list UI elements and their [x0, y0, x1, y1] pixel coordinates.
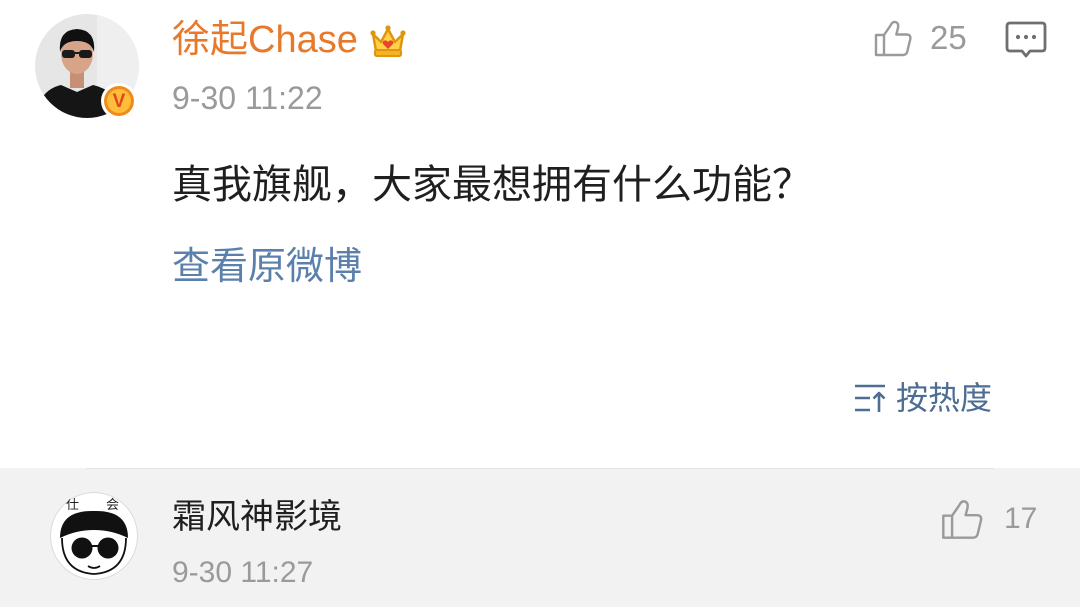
author-name[interactable]: 徐起Chase	[172, 16, 358, 64]
like-icon	[874, 20, 912, 57]
cartoon-avatar: 仕 会	[50, 492, 138, 580]
comment-icon-bubble	[1005, 21, 1047, 58]
avatar-lettering-right: 会	[106, 498, 119, 513]
sort-label: 按热度	[896, 380, 993, 416]
avatar-sunglass-right	[97, 537, 119, 559]
view-original-link[interactable]: 查看原微博	[172, 243, 362, 291]
verified-badge: V	[101, 83, 137, 119]
avatar-lens-left	[62, 50, 75, 58]
avatar-lettering-left: 仕	[66, 498, 79, 513]
sort-icon-arrow	[872, 391, 886, 412]
avatar-lens-right	[79, 50, 92, 58]
like-count: 25	[930, 19, 967, 56]
reply-timestamp: 9-30 11:27	[172, 556, 314, 589]
reply-like-count: 17	[1004, 502, 1038, 535]
like-icon-outline	[874, 20, 912, 57]
crown-tip-middle	[385, 25, 391, 31]
reply-avatar[interactable]: 仕 会	[50, 492, 138, 580]
like-button[interactable]: 25	[873, 17, 967, 59]
like-icon	[942, 500, 983, 539]
comment-icon-dot-3	[1031, 34, 1037, 40]
crown-tip-right	[400, 30, 406, 36]
comment-icon	[1005, 21, 1047, 58]
reply-author-name[interactable]: 霜风神影境	[172, 496, 342, 538]
like-icon-outline	[942, 500, 983, 539]
comment-icon-dot-1	[1015, 34, 1021, 40]
comment-text: 真我旗舰，大家最想拥有什么功能？	[172, 163, 812, 207]
crown-tip-left	[370, 30, 376, 36]
crown-icon[interactable]	[368, 20, 408, 60]
reply-like-button[interactable]: 17	[940, 498, 1037, 540]
divider	[86, 468, 994, 469]
sort-icon-lines	[855, 384, 885, 412]
avatar-sunglass-left	[71, 537, 93, 559]
comment-timestamp: 9-30 11:22	[172, 80, 323, 116]
reply-button[interactable]	[1005, 20, 1047, 60]
verified-icon: V	[112, 90, 126, 112]
sort-icon	[855, 384, 886, 412]
crown-band	[373, 49, 402, 57]
root-comment: V 徐起Chase 9-30 11:22 25 真我旗舰，大家最想拥有什么功能？…	[0, 0, 1080, 468]
author-row: 徐起Chase	[172, 16, 408, 64]
sort-toggle[interactable]: 按热度	[853, 378, 992, 418]
crown-icon-graphic	[370, 25, 406, 57]
reply-list: 仕 会 霜风神影境 9-30 11:27 17	[0, 468, 1080, 607]
comment-icon-dot-2	[1023, 34, 1029, 40]
